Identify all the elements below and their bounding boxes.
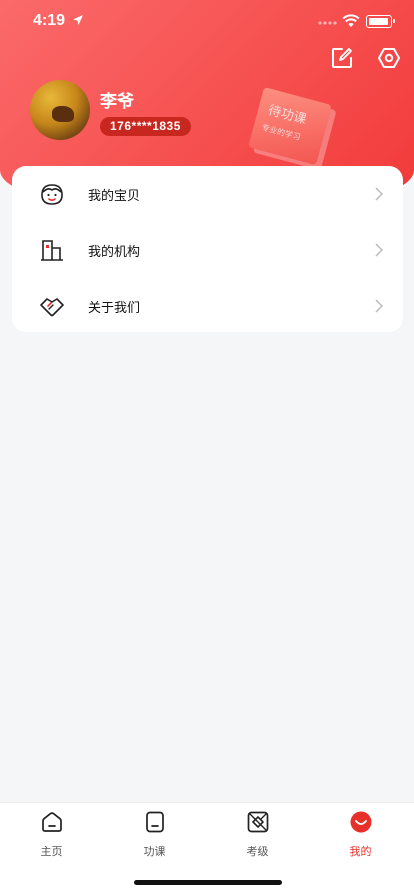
username: 李爷 (100, 92, 134, 112)
status-time: 4:19 (33, 12, 66, 29)
avatar[interactable] (30, 80, 90, 140)
tab-homework[interactable]: 功课 (103, 803, 206, 863)
profile-icon (350, 811, 372, 833)
home-indicator[interactable] (134, 880, 282, 885)
status-bar: 4:19 (0, 0, 414, 44)
menu-item-about-us[interactable]: 关于我们 (12, 278, 403, 334)
home-icon (42, 812, 62, 832)
menu-item-label: 我的机构 (88, 245, 141, 260)
battery-icon (366, 15, 395, 28)
baby-face-icon (41, 184, 63, 205)
tab-label: 功课 (143, 845, 166, 858)
signal-dots-icon (318, 21, 337, 25)
tab-home[interactable]: 主页 (0, 803, 103, 863)
menu-item-label: 我的宝贝 (88, 189, 141, 204)
book-title: 待功课 (266, 103, 308, 128)
location-arrow-icon (73, 15, 83, 25)
chevron-right-icon (375, 187, 384, 201)
menu-item-my-institution[interactable]: 我的机构 (12, 222, 403, 278)
tab-label: 主页 (40, 845, 63, 858)
tab-label: 我的 (349, 845, 372, 858)
tab-label: 考级 (246, 845, 269, 858)
menu-card: 我的宝贝 我的机构 关于我们 (12, 166, 403, 332)
chevron-right-icon (375, 299, 384, 313)
phone-badge: 176****1835 (100, 117, 191, 136)
menu-item-my-baby[interactable]: 我的宝贝 (12, 166, 403, 222)
building-icon (41, 240, 63, 261)
settings-icon[interactable] (376, 45, 402, 71)
homework-icon (146, 811, 164, 833)
exam-icon (247, 811, 269, 833)
tab-exam[interactable]: 考级 (206, 803, 309, 863)
chevron-right-icon (375, 243, 384, 257)
wifi-icon (342, 14, 360, 27)
book-illustration: 待功课 专业的学习 (248, 86, 332, 166)
menu-item-label: 关于我们 (88, 301, 141, 316)
edit-icon[interactable] (329, 45, 355, 71)
tab-profile[interactable]: 我的 (309, 803, 412, 863)
handshake-icon (40, 298, 64, 317)
